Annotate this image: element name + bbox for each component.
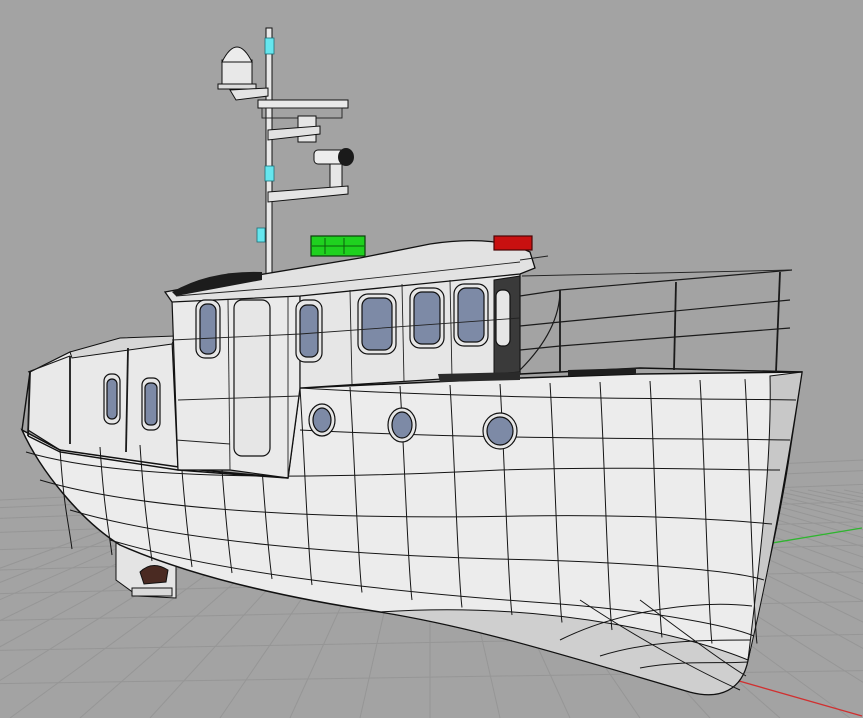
viewport-canvas[interactable] — [0, 0, 863, 718]
wheelhouse-door — [233, 299, 271, 457]
aft-window-1-glass — [106, 378, 118, 420]
masthead-light — [264, 37, 275, 55]
perspective-viewport[interactable] — [0, 0, 863, 718]
mast-yard-lower — [267, 185, 349, 203]
mast-pole — [265, 27, 273, 279]
searchlight-icon — [313, 148, 354, 193]
radar-bar — [257, 99, 349, 109]
port-light — [493, 235, 533, 251]
grid-line — [843, 489, 863, 495]
bow-railing[interactable] — [519, 255, 793, 373]
aft-window-2-glass — [144, 382, 158, 426]
mast-arm-upper — [229, 87, 269, 101]
front-window-4 — [495, 289, 511, 347]
propeller — [139, 565, 169, 585]
anchor-light — [256, 227, 266, 243]
steaming-light — [264, 165, 275, 182]
skeg — [131, 587, 173, 597]
radome-icon — [217, 46, 257, 90]
